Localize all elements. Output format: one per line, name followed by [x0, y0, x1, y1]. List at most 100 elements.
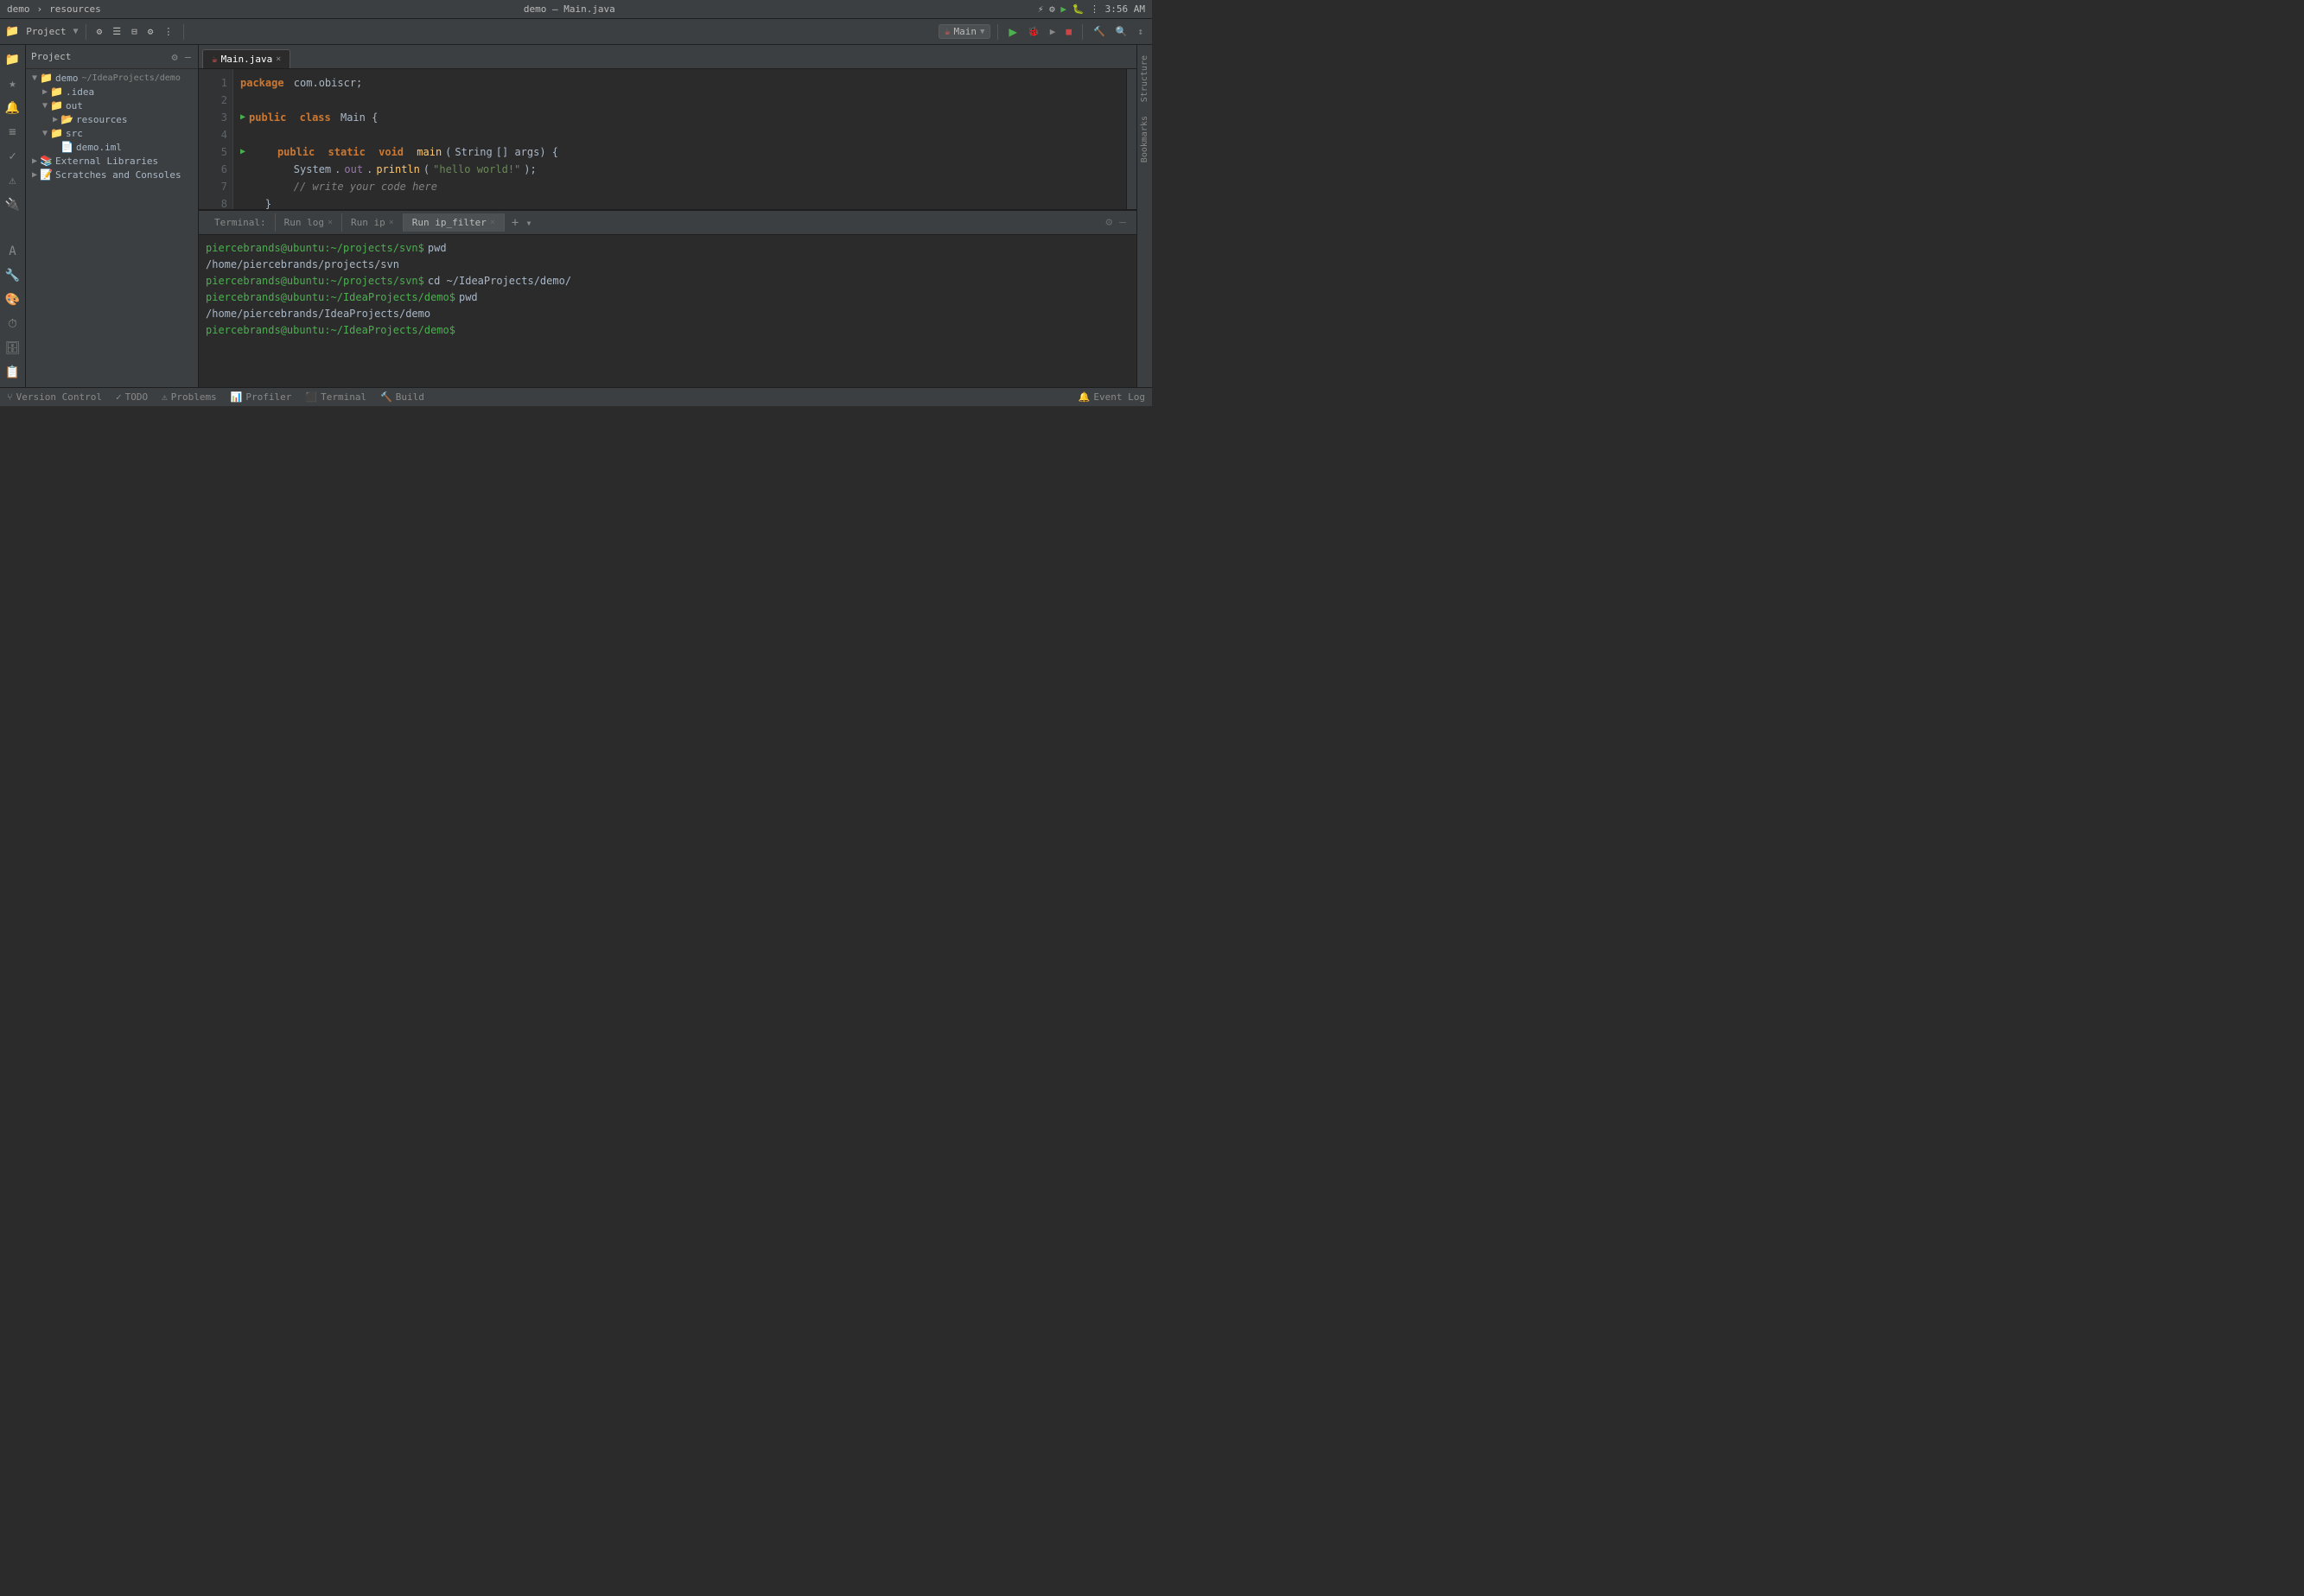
- runip-close[interactable]: ×: [389, 218, 394, 227]
- debug-btn[interactable]: 🐞: [1024, 24, 1043, 39]
- run-config[interactable]: ☕ Main ▼: [939, 24, 991, 39]
- terminal-settings-icon[interactable]: ⚙: [1102, 216, 1116, 229]
- runip-tab-label: Run ip: [351, 217, 385, 228]
- plugins-icon[interactable]: 🔌: [2, 194, 24, 216]
- runlog-close[interactable]: ×: [328, 218, 333, 227]
- clock-icon[interactable]: ⏱: [2, 313, 24, 335]
- left-icon-bar: 📁 ★ 🔔 ≡ ✓ ⚠ 🔌 A 🔧 🎨 ⏱ 🗄 📋: [0, 45, 26, 387]
- stop-btn[interactable]: ■: [1062, 24, 1075, 39]
- menu-resources[interactable]: resources: [49, 3, 101, 15]
- terminal-minimize-icon[interactable]: —: [1116, 216, 1130, 229]
- toolbar-more[interactable]: ⋮: [1090, 3, 1099, 15]
- run-gutter-3[interactable]: ▶: [240, 109, 245, 126]
- project-label[interactable]: Project: [22, 24, 69, 39]
- project-collapse-icon[interactable]: —: [183, 50, 193, 64]
- connection-icon: ⚡: [1038, 3, 1044, 15]
- more-btn[interactable]: ⋮: [160, 24, 176, 39]
- problems-icon[interactable]: ⚠: [2, 169, 24, 192]
- code-content[interactable]: package com.obiscr; ▶ public class Main …: [233, 69, 1126, 209]
- code-editor[interactable]: 1 2 3 4 5 6 7 8 9 10 package com.obiscr;: [199, 69, 1136, 209]
- code-line-3: ▶ public class Main {: [240, 109, 1119, 126]
- bottom-tab-terminal[interactable]: Terminal:: [206, 213, 276, 232]
- list-icon[interactable]: 📋: [2, 361, 24, 384]
- status-vcs[interactable]: ⑂ Version Control: [7, 391, 102, 403]
- run-gutter-5[interactable]: ▶: [240, 143, 245, 161]
- java-file-icon: ☕: [212, 54, 218, 65]
- tree-item-demo[interactable]: ▼ 📁 demo ~/IdeaProjects/demo: [26, 71, 198, 85]
- project-view-icon[interactable]: 📁: [2, 48, 24, 71]
- run-icon[interactable]: ▶: [1060, 3, 1066, 15]
- tree-item-scratches[interactable]: ▶ 📝 Scratches and Consoles: [26, 168, 198, 181]
- bottom-tab-runipfilter[interactable]: Run ip_filter ×: [404, 213, 505, 232]
- status-todo[interactable]: ✓ TODO: [116, 391, 148, 403]
- status-build-label: Build: [396, 391, 424, 403]
- runipfilter-close[interactable]: ×: [490, 218, 495, 227]
- tool-icon[interactable]: 🔧: [2, 264, 24, 287]
- status-bar-right: 🔔 Event Log: [1079, 391, 1145, 403]
- separator-2: [183, 24, 184, 40]
- editor-and-bottom: ☕ Main.java × 1 2 3 4 5 6 7 8 9 10: [199, 45, 1136, 387]
- settings-icon[interactable]: ⚙: [1049, 3, 1055, 15]
- menu-demo[interactable]: demo: [7, 3, 30, 15]
- code-line-7: // write your code here: [240, 178, 1119, 195]
- tree-item-demo-iml[interactable]: ▶ 📄 demo.iml: [26, 140, 198, 154]
- status-todo-label: TODO: [125, 391, 149, 403]
- line-num-7: 7: [199, 178, 227, 195]
- structure-tab[interactable]: Structure: [1140, 48, 1149, 109]
- bookmark-icon[interactable]: ★: [2, 73, 24, 95]
- run-with-coverage-btn[interactable]: ▶: [1047, 24, 1060, 39]
- collapse-btn[interactable]: ⊟: [128, 24, 141, 39]
- run-btn[interactable]: ▶: [1005, 22, 1021, 41]
- structure-icon[interactable]: ≡: [2, 121, 24, 143]
- line-num-5: 5: [199, 143, 227, 161]
- terminal-icon: ⬛: [305, 391, 317, 403]
- status-event-log-label: Event Log: [1093, 391, 1145, 403]
- project-panel: Project ⚙ — ▼ 📁 demo ~/IdeaProjects/demo…: [26, 45, 199, 387]
- status-profiler[interactable]: 📊 Profiler: [231, 391, 292, 403]
- database-icon[interactable]: 🗄: [2, 337, 24, 359]
- list-btn[interactable]: ☰: [109, 24, 124, 39]
- project-settings-icon[interactable]: ⚙: [170, 50, 180, 64]
- event-log-icon: 🔔: [1079, 391, 1091, 403]
- tree-label-scratches: Scratches and Consoles: [55, 169, 181, 181]
- status-event-log[interactable]: 🔔 Event Log: [1079, 391, 1145, 403]
- terminal-more[interactable]: ▾: [525, 217, 531, 229]
- runlog-tab-label: Run log: [284, 217, 324, 228]
- term-command-2: cd ~/IdeaProjects/demo/: [428, 273, 571, 289]
- amazon-icon[interactable]: A: [2, 240, 24, 263]
- settings-btn[interactable]: ⚙: [93, 24, 106, 39]
- tree-item-resources[interactable]: ▶ 📂 resources: [26, 112, 198, 126]
- todo-icon: ✓: [116, 391, 122, 403]
- bookmarks-tab[interactable]: Bookmarks: [1140, 109, 1149, 169]
- tree-item-idea[interactable]: ▶ 📁 .idea: [26, 85, 198, 99]
- status-terminal[interactable]: ⬛ Terminal: [305, 391, 366, 403]
- tree-item-out[interactable]: ▼ 📁 out: [26, 99, 198, 112]
- bottom-tabs: Terminal: Run log × Run ip × Run ip_filt…: [199, 211, 1136, 235]
- side-tabs: Structure Bookmarks: [1136, 45, 1152, 387]
- status-build[interactable]: 🔨 Build: [380, 391, 424, 403]
- tree-item-external-libraries[interactable]: ▶ 📚 External Libraries: [26, 154, 198, 168]
- todo-icon[interactable]: ✓: [2, 145, 24, 168]
- vcs-btn[interactable]: ↕: [1134, 24, 1147, 39]
- code-line-5: ▶ public static void main ( String [] ar…: [240, 143, 1119, 161]
- debug-icon[interactable]: 🐛: [1072, 3, 1085, 15]
- title-bar: demo › resources demo – Main.java ⚡ ⚙ ▶ …: [0, 0, 1152, 19]
- add-terminal-btn[interactable]: +: [505, 213, 525, 233]
- status-problems[interactable]: ⚠ Problems: [162, 391, 217, 403]
- project-tree: ▼ 📁 demo ~/IdeaProjects/demo ▶ 📁 .idea ▼…: [26, 69, 198, 387]
- term-line-5: /home/piercebrands/IdeaProjects/demo: [206, 306, 1130, 321]
- search-btn[interactable]: 🔍: [1112, 24, 1131, 39]
- gear-btn[interactable]: ⚙: [144, 24, 157, 39]
- editor-tab-close[interactable]: ×: [276, 54, 281, 64]
- tree-item-src[interactable]: ▼ 📁 src: [26, 126, 198, 140]
- bottom-tab-runip[interactable]: Run ip ×: [342, 213, 404, 232]
- term-prompt-3: piercebrands@ubuntu:~/IdeaProjects/demo$: [206, 289, 455, 305]
- editor-tab-main-java[interactable]: ☕ Main.java ×: [202, 49, 290, 68]
- build-btn[interactable]: 🔨: [1090, 24, 1109, 39]
- terminal-content[interactable]: piercebrands@ubuntu:~/projects/svn$ pwd …: [199, 235, 1136, 387]
- palette-icon[interactable]: 🎨: [2, 289, 24, 311]
- tree-label-out: out: [66, 100, 83, 111]
- folder-icon: 📁: [5, 25, 19, 38]
- bottom-tab-runlog[interactable]: Run log ×: [276, 213, 342, 232]
- notification-icon[interactable]: 🔔: [2, 97, 24, 119]
